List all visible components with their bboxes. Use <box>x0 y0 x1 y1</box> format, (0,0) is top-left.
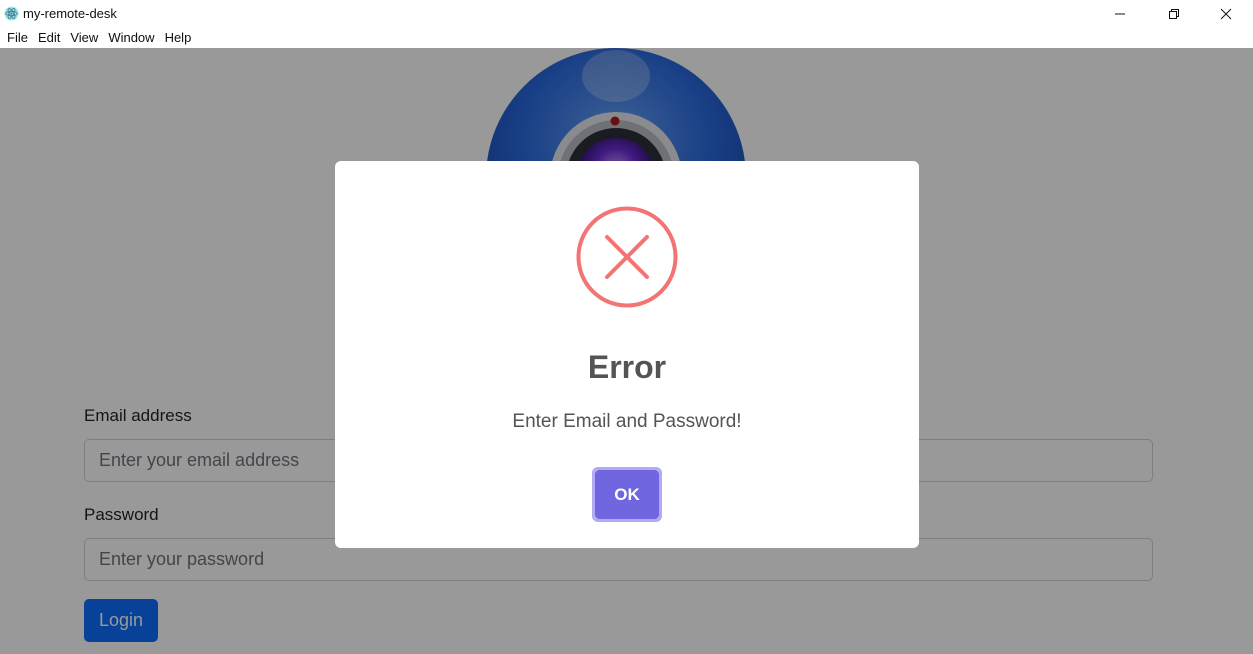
menu-window[interactable]: Window <box>107 30 155 45</box>
menu-edit[interactable]: Edit <box>37 30 61 45</box>
title-bar: my-remote-desk <box>0 0 1253 27</box>
restore-icon <box>1169 8 1179 19</box>
app-logo-icon <box>4 6 19 21</box>
ok-button-label: OK <box>595 470 659 519</box>
dialog-message: Enter Email and Password! <box>512 411 742 432</box>
menu-file[interactable]: File <box>6 30 29 45</box>
window-title: my-remote-desk <box>23 6 117 21</box>
close-button[interactable] <box>1203 0 1249 27</box>
menu-help[interactable]: Help <box>164 30 193 45</box>
menu-view[interactable]: View <box>69 30 99 45</box>
menu-bar: File Edit View Window Help <box>0 27 1253 48</box>
close-icon <box>1220 8 1232 19</box>
ok-button[interactable]: OK <box>592 467 662 522</box>
error-dialog: Error Enter Email and Password! OK <box>335 161 919 548</box>
error-x-icon <box>576 206 678 308</box>
dialog-title: Error <box>587 349 667 385</box>
restore-button[interactable] <box>1151 0 1197 27</box>
minimize-button[interactable] <box>1097 0 1143 27</box>
minimize-icon <box>1115 13 1125 14</box>
